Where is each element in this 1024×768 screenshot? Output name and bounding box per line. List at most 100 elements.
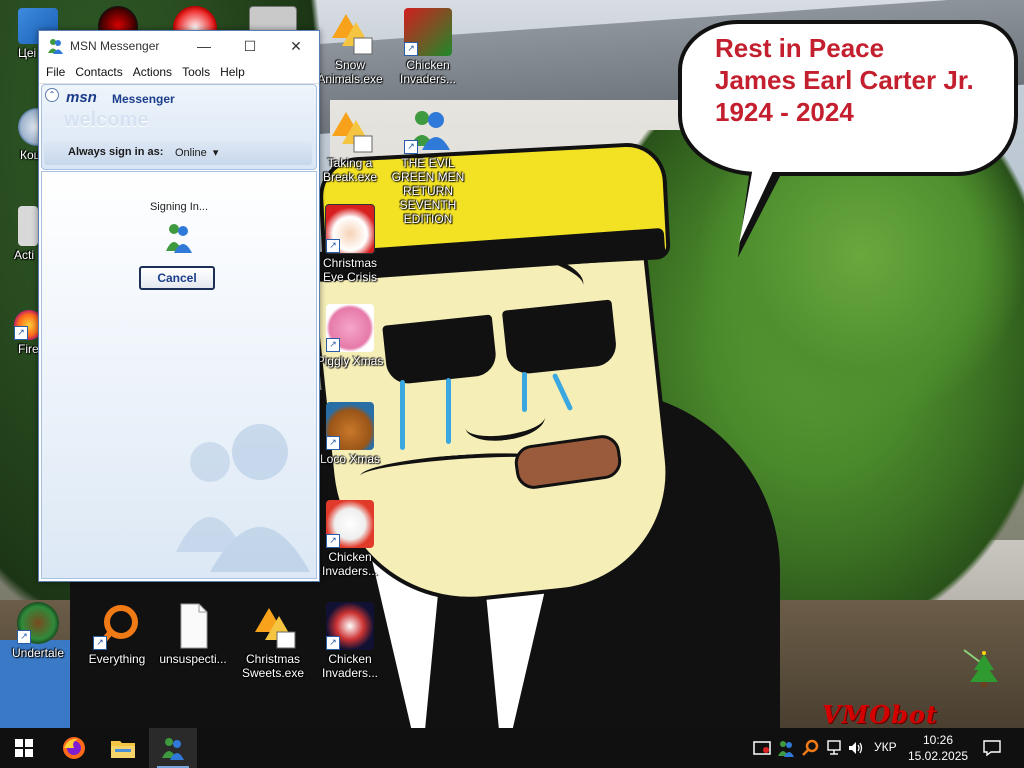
piggy-icon: ↗ (326, 304, 374, 352)
santa-icon: ↗ (325, 204, 375, 254)
cartoon-tear (400, 380, 405, 450)
menu-file[interactable]: File (41, 65, 70, 79)
msn-tray-icon[interactable] (776, 738, 796, 758)
taking-a-break-icon (326, 106, 374, 154)
msn-buddy-icon (48, 39, 63, 54)
desktop-icon[interactable]: ↗ Loco Xmas (312, 402, 388, 466)
taskbar-firefox[interactable] (50, 728, 98, 768)
msn-logo-suffix: Messenger (112, 92, 175, 106)
collapse-icon[interactable]: ⌃ (45, 88, 59, 102)
desktop-icon[interactable]: ↗ Chicken Invaders... (312, 602, 388, 680)
undertale-icon: ↗ (17, 602, 59, 644)
desktop-icon-label: Snow Animals.exe (317, 58, 383, 86)
shortcut-arrow-icon: ↗ (14, 326, 28, 340)
menu-help[interactable]: Help (215, 65, 250, 79)
clock[interactable]: 10:26 15.02.2025 (908, 732, 968, 764)
desktop-icon[interactable]: ↗ Chicken Invaders... (390, 8, 466, 86)
speech-bubble-text: Rest in Peace James Earl Carter Jr. 1924… (715, 32, 1005, 128)
chicken-invaders-icon: ↗ (404, 8, 452, 56)
desktop-icon-label: Christmas Eve Crisis (322, 256, 377, 284)
language-indicator[interactable]: УКР (874, 740, 897, 754)
msn-header-panel: ⌃ msn Messenger welcome Always sign in a… (41, 84, 317, 170)
window-title: MSN Messenger (70, 39, 160, 53)
close-button[interactable]: ✕ (273, 31, 319, 61)
start-button[interactable] (0, 728, 48, 768)
speech-bubble-line: 1924 - 2024 (715, 97, 854, 127)
taskbar-file-explorer[interactable] (99, 728, 147, 768)
taskbar-msn-messenger[interactable] (149, 728, 197, 768)
shortcut-arrow-icon: ↗ (17, 630, 31, 644)
desktop-icon[interactable]: ↗ Chicken Invaders... (312, 500, 388, 578)
cartoon-sunglasses (501, 299, 619, 376)
msn-logo: msn (66, 89, 97, 106)
desktop-icon[interactable]: ↗ Everything (79, 602, 155, 666)
firefox-icon (63, 737, 85, 759)
desktop-icon-label: Chicken Invaders... (399, 58, 457, 86)
sign-in-label: Always sign in as: (68, 146, 164, 158)
desktop-icon-label: Chicken Invaders... (321, 550, 379, 578)
clock-date: 15.02.2025 (908, 749, 969, 763)
bear-icon: ↗ (326, 402, 374, 450)
shortcut-arrow-icon: ↗ (326, 534, 340, 548)
cartoon-sunglasses (382, 314, 498, 386)
desktop-icon[interactable]: ↗ Christmas Eve Crisis (312, 204, 388, 284)
menu-bar: File Contacts Actions Tools Help (39, 61, 319, 84)
notification-icon[interactable] (982, 738, 1002, 758)
cancel-button[interactable]: Cancel (139, 266, 215, 290)
search-tray-icon[interactable] (800, 738, 820, 758)
desktop-icon-label: THE EVIL GREEN MEN RETURN SEVENTH EDITIO… (391, 156, 465, 226)
volume-icon[interactable] (846, 738, 866, 758)
shortcut-arrow-icon: ↗ (326, 636, 340, 650)
speech-bubble-line: James Earl Carter Jr. (715, 65, 974, 95)
menu-contacts[interactable]: Contacts (70, 65, 127, 79)
sign-in-status-value: Online (175, 147, 207, 159)
msn-watermark-buddy-icon (176, 424, 310, 572)
menu-tools[interactable]: Tools (177, 65, 215, 79)
msn-buddy-icon (166, 224, 192, 253)
desktop-icon[interactable]: ↗ Undertale (0, 602, 76, 660)
blank-file-icon (169, 602, 217, 650)
desktop-icon-label: Chicken Invaders... (321, 652, 379, 680)
chicken-invaders-icon: ↗ (326, 500, 374, 548)
cartoon-tear (446, 378, 451, 444)
desktop-icon[interactable]: ↗ Piggly Xmas (312, 304, 388, 368)
desktop-icon-label: Piggly Xmas (316, 354, 384, 368)
clock-time: 10:26 (922, 733, 954, 747)
christmas-tree-icon (963, 649, 998, 687)
desktop-icon-label: Everything (88, 652, 146, 666)
desktop-icon-label: unsuspecti... (159, 652, 227, 666)
msn-messenger-window[interactable]: MSN Messenger — ☐ ✕ File Contacts Action… (38, 30, 320, 582)
christmas-sweets-icon (249, 602, 297, 650)
sign-in-status-dropdown[interactable]: Online ▾ (175, 146, 218, 159)
desktop-icon[interactable]: Taking a Break.exe (312, 106, 388, 184)
desktop-icon[interactable]: Christmas Sweets.exe (235, 602, 311, 680)
shortcut-arrow-icon: ↗ (404, 140, 418, 154)
snow-animals-icon (326, 8, 374, 56)
desktop-icon[interactable]: Snow Animals.exe (312, 8, 388, 86)
desktop-icon-label: Undertale (11, 646, 65, 660)
desktop-icon[interactable]: unsuspecti... (155, 602, 231, 666)
window-titlebar[interactable]: MSN Messenger — ☐ ✕ (39, 31, 319, 61)
msn-signing-in-panel: Signing In... Cancel (41, 171, 317, 579)
minimize-button[interactable]: — (181, 31, 227, 61)
shortcut-arrow-icon: ↗ (404, 42, 418, 56)
network-icon[interactable] (824, 738, 844, 758)
screen-capture-icon[interactable] (752, 738, 772, 758)
sign-in-status-bar: Always sign in as: Online ▾ (44, 141, 312, 165)
watermark: VMObot (822, 700, 938, 728)
dropdown-arrow-icon: ▾ (209, 147, 219, 159)
menu-actions[interactable]: Actions (128, 65, 177, 79)
desktop-icon-label: Loco Xmas (319, 452, 381, 466)
file-explorer-icon (111, 741, 135, 758)
chicken-invaders-icon: ↗ (326, 602, 374, 650)
desktop-icon-label: Christmas Sweets.exe (241, 652, 305, 680)
shortcut-arrow-icon: ↗ (326, 239, 340, 253)
welcome-text: welcome (64, 109, 149, 131)
shortcut-arrow-icon: ↗ (326, 436, 340, 450)
start-icon (15, 739, 33, 757)
activate-icon (18, 206, 38, 246)
signing-in-text: Signing In... (149, 201, 209, 213)
maximize-button[interactable]: ☐ (227, 31, 273, 61)
msn-messenger-icon (162, 738, 184, 760)
desktop-icon[interactable]: ↗ THE EVIL GREEN MEN RETURN SEVENTH EDIT… (390, 106, 466, 226)
